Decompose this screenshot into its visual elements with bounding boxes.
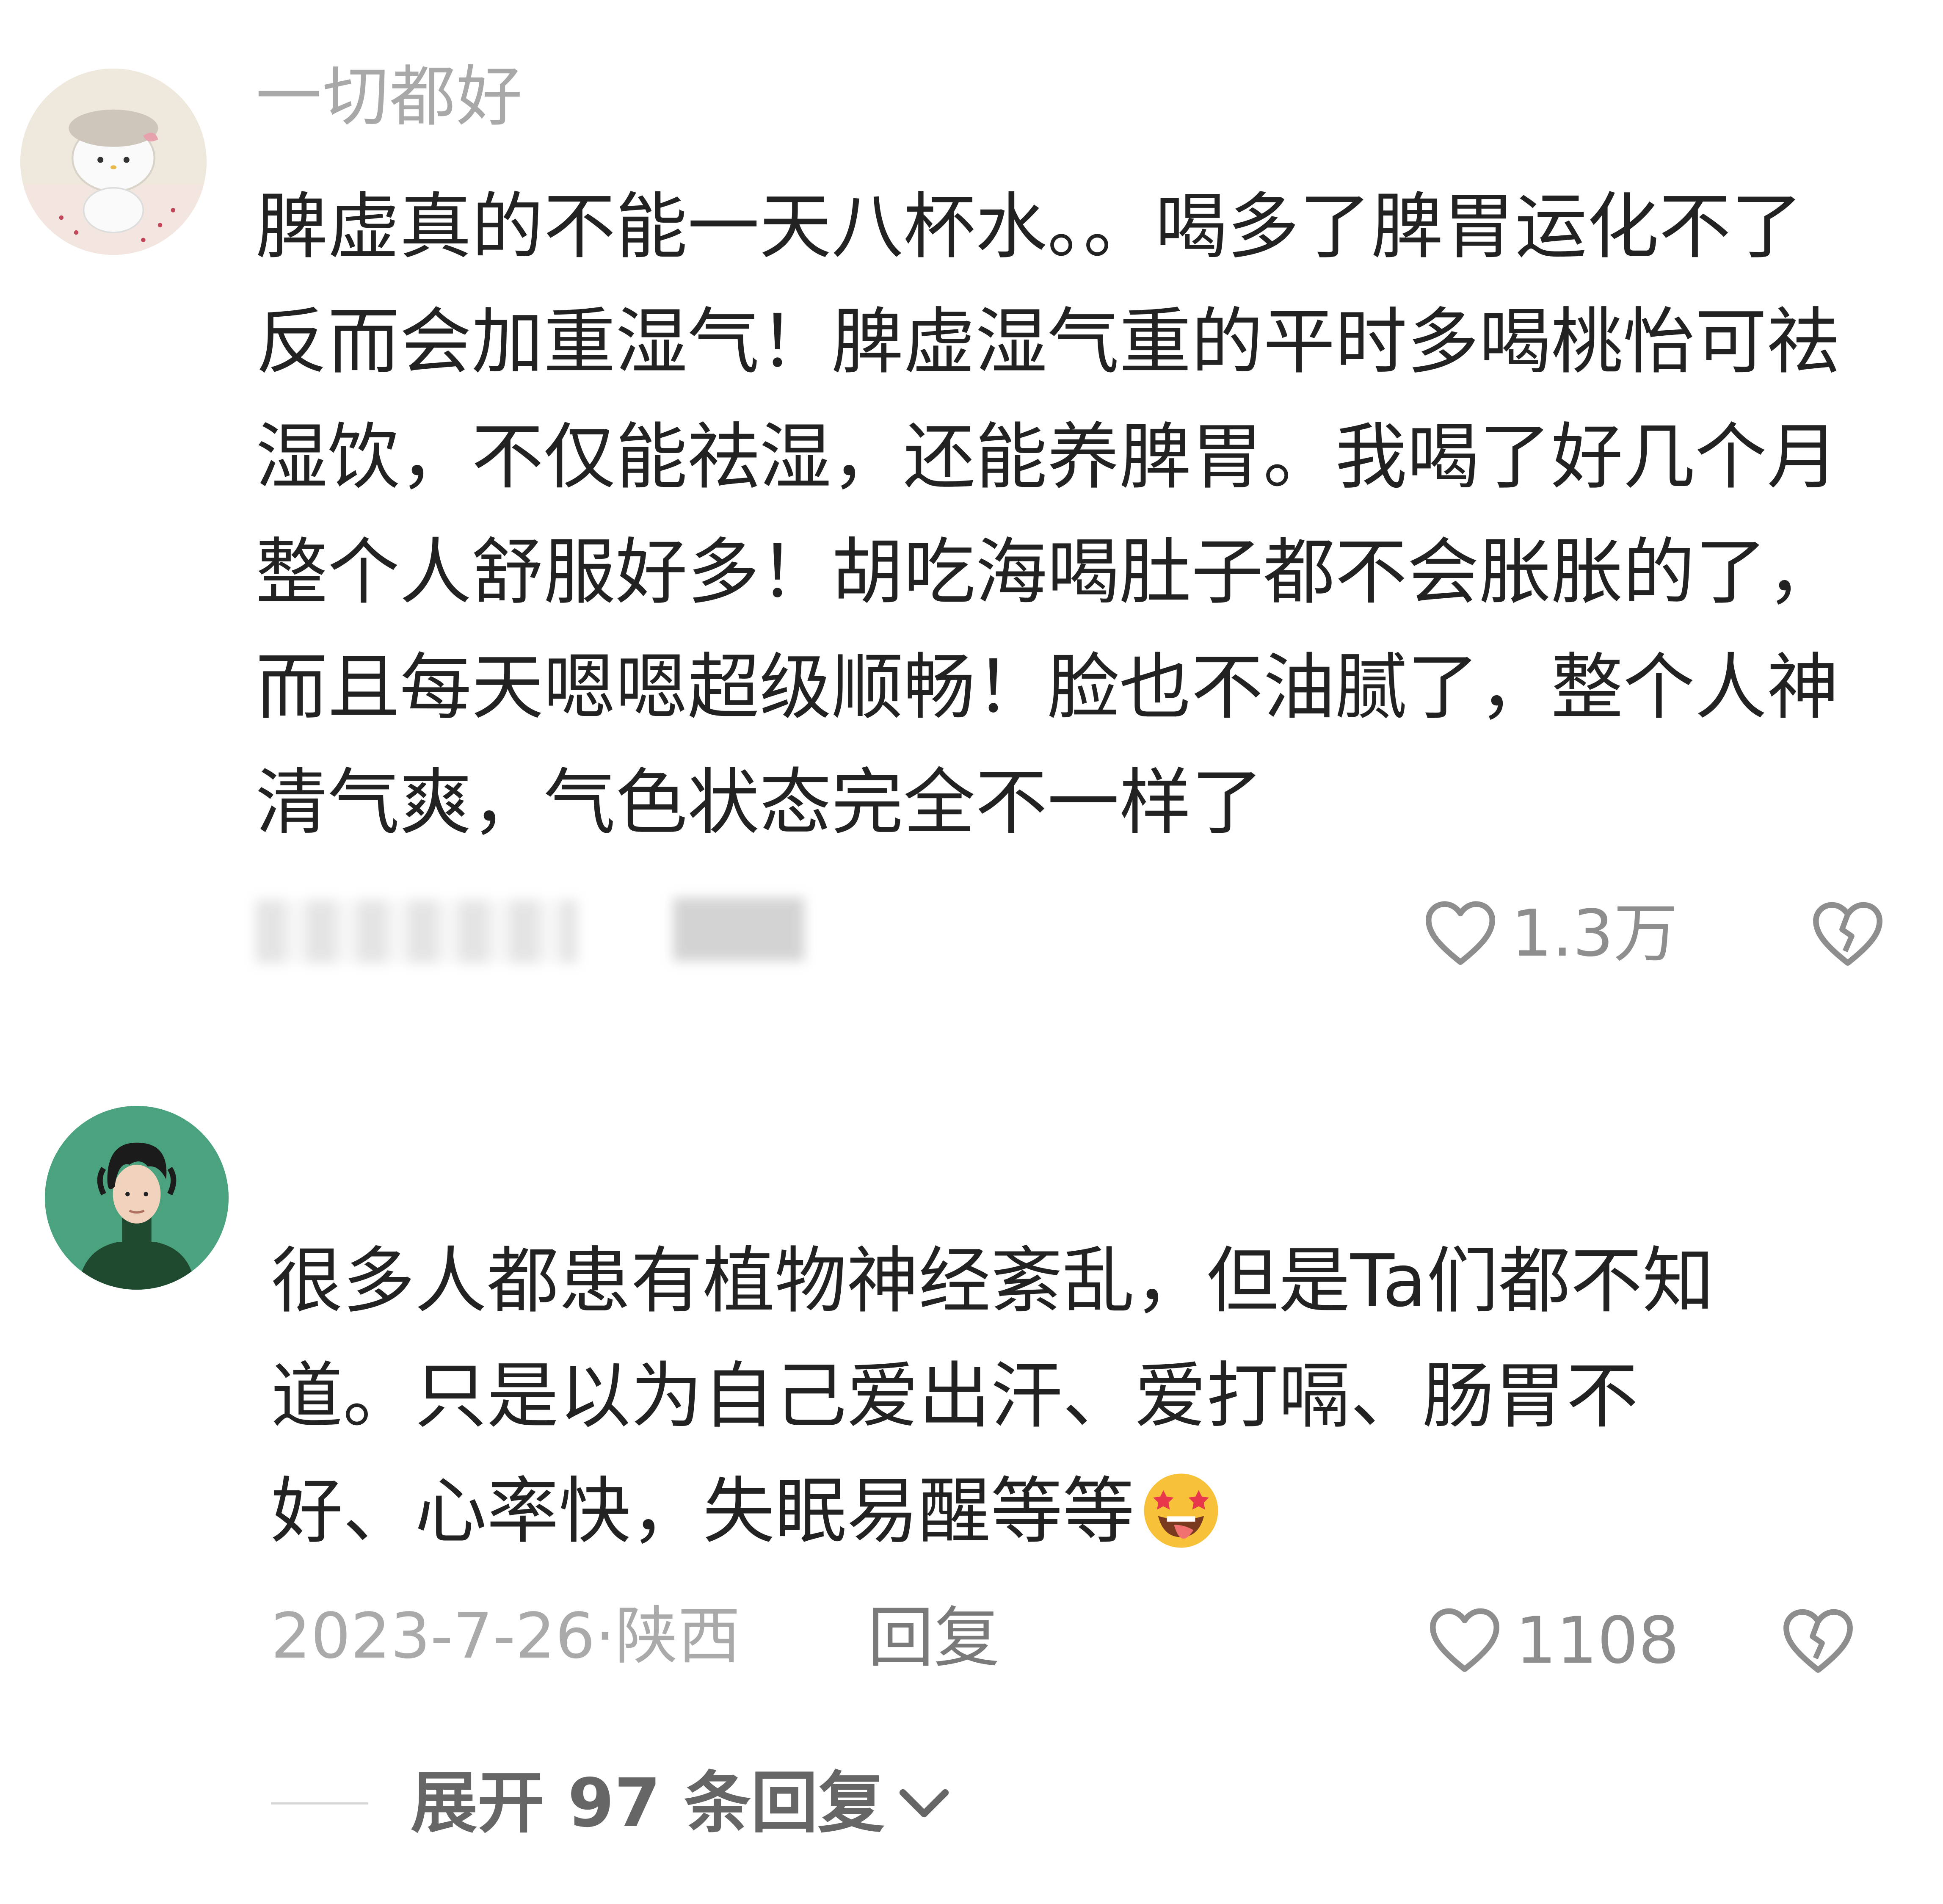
comment-date: 2023-7-26 bbox=[271, 1600, 595, 1672]
comment-line: 清气爽，气色状态完全不一样了 bbox=[256, 761, 1264, 845]
comment-line: 湿饮，不仅能祛湿，还能养脾胃。我喝了好几个月 bbox=[256, 415, 1839, 499]
like-count: 1108 bbox=[1515, 1603, 1679, 1678]
expand-divider bbox=[271, 1802, 368, 1805]
avatar[interactable] bbox=[45, 1106, 229, 1290]
curly-hair-man-avatar-icon bbox=[45, 1106, 229, 1290]
comment-line-text: 好、心率快，失眠易醒等等 bbox=[271, 1470, 1135, 1553]
heart-icon bbox=[1426, 901, 1495, 965]
reply-button[interactable]: 回复 bbox=[868, 1605, 1000, 1671]
comment-date-location: 2023-7-26·陕西 bbox=[271, 1605, 740, 1667]
broken-heart-icon bbox=[1783, 1609, 1853, 1673]
comment-line: 脾虚真的不能一天八杯水。。喝多了脾胃运化不了 bbox=[256, 185, 1803, 269]
hello-kitty-avatar-icon bbox=[20, 69, 207, 255]
broken-heart-icon bbox=[1813, 902, 1882, 966]
comment-line: 整个人舒服好多！胡吃海喝肚子都不会胀胀的了， bbox=[256, 531, 1839, 614]
expand-replies-label: 展开 97 条回复 bbox=[411, 1764, 885, 1842]
like-count: 1.3万 bbox=[1511, 896, 1678, 971]
comment-line: 道。只是以为自己爱出汗、爱打嗝、肠胃不 bbox=[271, 1354, 1639, 1438]
expand-replies-button[interactable]: 展开 97 条回复 bbox=[271, 1770, 956, 1837]
meta-separator: · bbox=[595, 1600, 615, 1672]
dislike-button[interactable] bbox=[1776, 1601, 1860, 1683]
dislike-button[interactable] bbox=[1805, 894, 1890, 976]
comment-text: 很多人都患有植物神经紊乱，但是Ta们都不知 道。只是以为自己爱出汗、爱打嗝、肠胃… bbox=[271, 1224, 1714, 1569]
comment-line: 好、心率快，失眠易醒等等 bbox=[271, 1454, 1714, 1569]
heart-icon bbox=[1430, 1608, 1499, 1672]
like-button[interactable]: 1.3万 bbox=[1418, 893, 1678, 974]
comment-line: 而且每天嗯嗯超级顺畅！脸也不油腻了，整个人神 bbox=[256, 646, 1839, 730]
comment-line: 很多人都患有植物神经紊乱，但是Ta们都不知 bbox=[271, 1239, 1714, 1323]
blurred-reply-button[interactable] bbox=[673, 898, 804, 961]
comment-text: 脾虚真的不能一天八杯水。。喝多了脾胃运化不了 反而会加重湿气！脾虚湿气重的平时多… bbox=[256, 169, 1839, 860]
comment-item: 很多人都患有植物神经紊乱，但是Ta们都不知 道。只是以为自己爱出汗、爱打嗝、肠胃… bbox=[0, 1075, 1943, 1904]
like-button[interactable]: 1108 bbox=[1422, 1600, 1679, 1681]
comment-item: 一切都好 脾虚真的不能一天八杯水。。喝多了脾胃运化不了 反而会加重湿气！脾虚湿气… bbox=[0, 0, 1943, 1037]
chevron-down-icon bbox=[899, 1789, 949, 1818]
comment-location: 陕西 bbox=[615, 1600, 740, 1672]
comment-line: 反而会加重湿气！脾虚湿气重的平时多喝桃怡可祛 bbox=[256, 300, 1839, 384]
username[interactable]: 一切都好 bbox=[256, 64, 523, 130]
blurred-date-location bbox=[256, 900, 577, 963]
avatar[interactable] bbox=[20, 69, 207, 255]
star-struck-tongue-emoji-icon bbox=[1144, 1473, 1218, 1548]
